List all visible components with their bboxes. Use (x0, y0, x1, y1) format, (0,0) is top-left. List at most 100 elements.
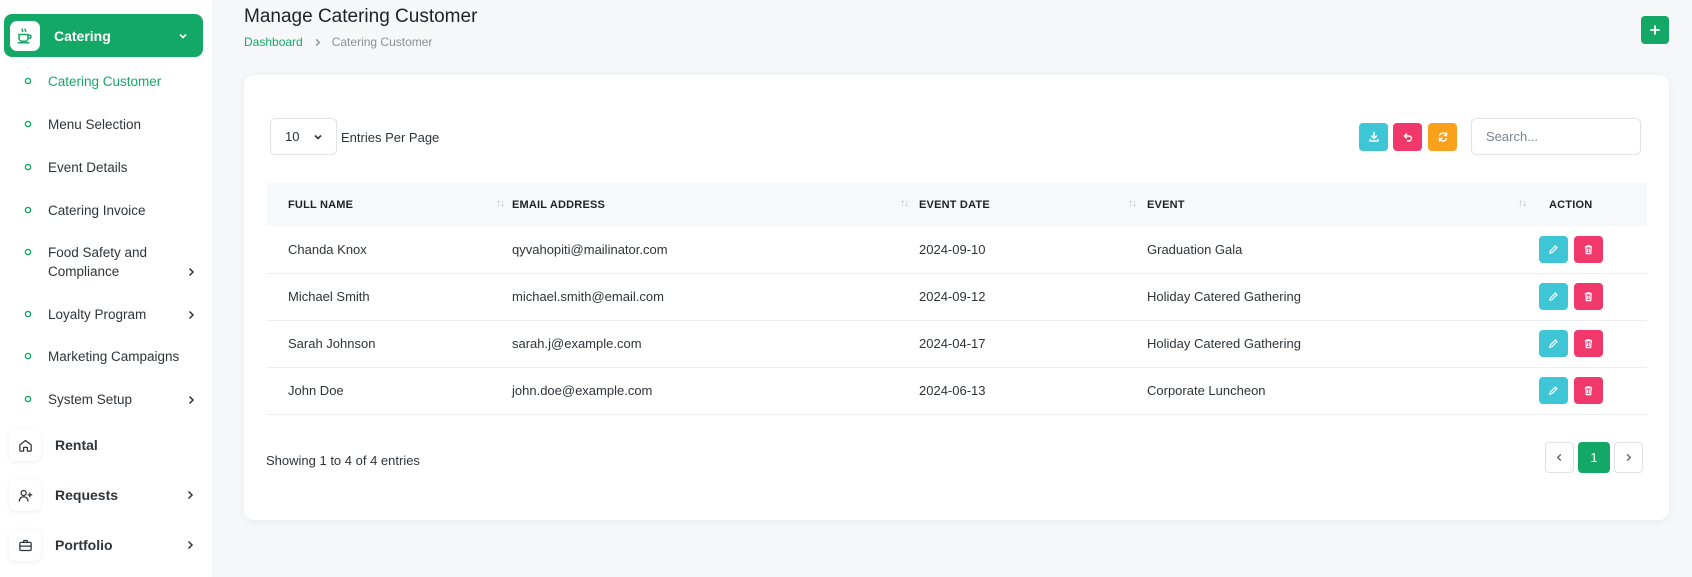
trash-icon (1584, 386, 1593, 396)
sort-icon: ↑↓ (1518, 198, 1527, 209)
page-button-current[interactable]: 1 (1578, 442, 1610, 473)
pagination: 1 (1545, 442, 1643, 473)
chevron-right-icon (1626, 453, 1632, 462)
sidebar-item-system-setup[interactable]: System Setup (24, 390, 204, 409)
column-header-action: ACTION (1549, 198, 1593, 211)
trash-icon (1584, 244, 1593, 254)
undo-button[interactable] (1393, 123, 1422, 151)
sidebar-item-label: Event Details (48, 160, 128, 175)
sidebar-group-requests[interactable]: Requests (9, 479, 195, 511)
download-icon (1368, 131, 1380, 143)
sidebar-item-loyalty-program[interactable]: Loyalty Program (24, 305, 204, 324)
refresh-button[interactable] (1428, 123, 1457, 151)
cell-full-name: Sarah Johnson (288, 336, 376, 351)
bullet-icon (24, 163, 32, 171)
cell-full-name: John Doe (288, 383, 344, 398)
delete-button[interactable] (1574, 377, 1603, 404)
search-input[interactable] (1471, 118, 1641, 155)
bullet-icon (24, 248, 32, 256)
page-title: Manage Catering Customer (244, 6, 478, 27)
sidebar-group-catering[interactable]: Catering (4, 14, 203, 57)
cell-event: Holiday Catered Gathering (1147, 336, 1301, 351)
pencil-icon (1549, 292, 1558, 301)
sort-icon: ↑↓ (496, 198, 505, 209)
edit-button[interactable] (1539, 235, 1568, 263)
chevron-down-icon (177, 30, 189, 42)
cell-full-name: Michael Smith (288, 289, 370, 304)
column-header-event[interactable]: EVENT ↑↓ (1147, 183, 1527, 226)
table-row: John Doe john.doe@example.com 2024-06-13… (266, 367, 1647, 414)
edit-button[interactable] (1539, 377, 1568, 404)
bullet-icon (24, 395, 32, 403)
sidebar-item-menu-selection[interactable]: Menu Selection (24, 115, 204, 134)
home-icon (9, 429, 41, 461)
sidebar-item-food-safety[interactable]: Food Safety and Compliance (24, 243, 204, 281)
entries-per-page-select[interactable]: 10 (270, 118, 337, 155)
sidebar-group-label: Portfolio (55, 537, 113, 553)
delete-button[interactable] (1574, 235, 1603, 263)
table-row: Chanda Knox qyvahopiti@mailinator.com 20… (266, 226, 1647, 273)
bullet-icon (24, 352, 32, 360)
sidebar-group-rental[interactable]: Rental (9, 429, 195, 461)
cell-email: sarah.j@example.com (512, 336, 642, 351)
cell-event-date: 2024-09-12 (919, 289, 986, 304)
entries-value: 10 (285, 129, 300, 144)
delete-button[interactable] (1574, 283, 1603, 310)
content-card: 10 Entries Per Page FULL NAME↑↓ EMAIL AD… (244, 75, 1669, 520)
cell-email: michael.smith@email.com (512, 289, 664, 304)
bullet-icon (24, 310, 32, 318)
bullet-icon (24, 77, 32, 85)
coffee-cup-icon (10, 20, 40, 51)
breadcrumb-dashboard-link[interactable]: Dashboard (244, 35, 303, 49)
briefcase-icon (9, 529, 41, 561)
add-button[interactable] (1641, 16, 1669, 44)
sidebar-item-marketing-campaigns[interactable]: Marketing Campaigns (24, 347, 204, 366)
edit-button[interactable] (1539, 283, 1568, 310)
refresh-icon (1437, 131, 1449, 143)
sidebar-item-catering-invoice[interactable]: Catering Invoice (24, 201, 204, 220)
sidebar-group-label: Catering (54, 27, 111, 44)
sidebar-item-catering-customer[interactable]: Catering Customer (24, 72, 204, 91)
cell-event: Graduation Gala (1147, 241, 1243, 257)
table-row: Michael Smith michael.smith@email.com 20… (266, 273, 1647, 320)
entries-per-page-label: Entries Per Page (341, 130, 440, 145)
customers-table: FULL NAME ↑↓ EMAIL ADDRESS ↑↓ EVENT DATE ↑↓… (266, 183, 1647, 415)
cell-event-date: 2024-09-10 (919, 241, 986, 257)
pencil-icon (1549, 244, 1558, 254)
pencil-icon (1549, 386, 1558, 395)
sidebar-item-label: Menu Selection (48, 117, 142, 132)
sidebar-item-label: System Setup (48, 392, 133, 407)
chevron-right-icon (186, 395, 196, 405)
delete-button[interactable] (1574, 330, 1603, 357)
chevron-right-icon (185, 540, 195, 550)
sidebar-item-event-details[interactable]: Event Details (24, 158, 204, 177)
chevron-right-icon (185, 490, 195, 500)
next-page-button[interactable] (1614, 442, 1643, 473)
sidebar-item-label: Marketing Campaigns (48, 349, 180, 364)
breadcrumb-current: Catering Customer (331, 35, 433, 49)
pagination-info: Showing 1 to 4 of 4 entries (266, 453, 420, 468)
sidebar-item-label: Catering Invoice (48, 203, 146, 218)
column-header-full-name[interactable]: FULL NAME ↑↓ (266, 183, 512, 226)
sidebar: Catering Catering Customer Menu Selectio… (0, 0, 212, 577)
column-header-email[interactable]: EMAIL ADDRESS ↑↓ (512, 183, 919, 226)
plus-icon (1649, 24, 1661, 36)
chevron-left-icon (1556, 453, 1562, 462)
cell-event: Holiday Catered Gathering (1147, 289, 1301, 304)
cell-event: Corporate Luncheon (1147, 383, 1266, 398)
download-button[interactable] (1359, 123, 1388, 151)
cell-email: john.doe@example.com (512, 383, 653, 398)
pencil-icon (1549, 339, 1558, 348)
cell-event-date: 2024-04-17 (919, 336, 986, 351)
sidebar-item-label: Loyalty Program (48, 307, 147, 322)
user-plus-icon (9, 479, 41, 511)
trash-icon (1584, 339, 1593, 349)
sidebar-group-portfolio[interactable]: Portfolio (9, 529, 195, 561)
chevron-right-icon (186, 310, 196, 320)
chevron-down-icon (312, 131, 324, 143)
edit-button[interactable] (1539, 330, 1568, 357)
column-header-event-date[interactable]: EVENT DATE ↑↓ (919, 183, 1147, 226)
sidebar-item-label: Catering Customer (48, 74, 162, 89)
prev-page-button[interactable] (1545, 442, 1574, 473)
cell-email: qyvahopiti@mailinator.com (512, 241, 668, 257)
